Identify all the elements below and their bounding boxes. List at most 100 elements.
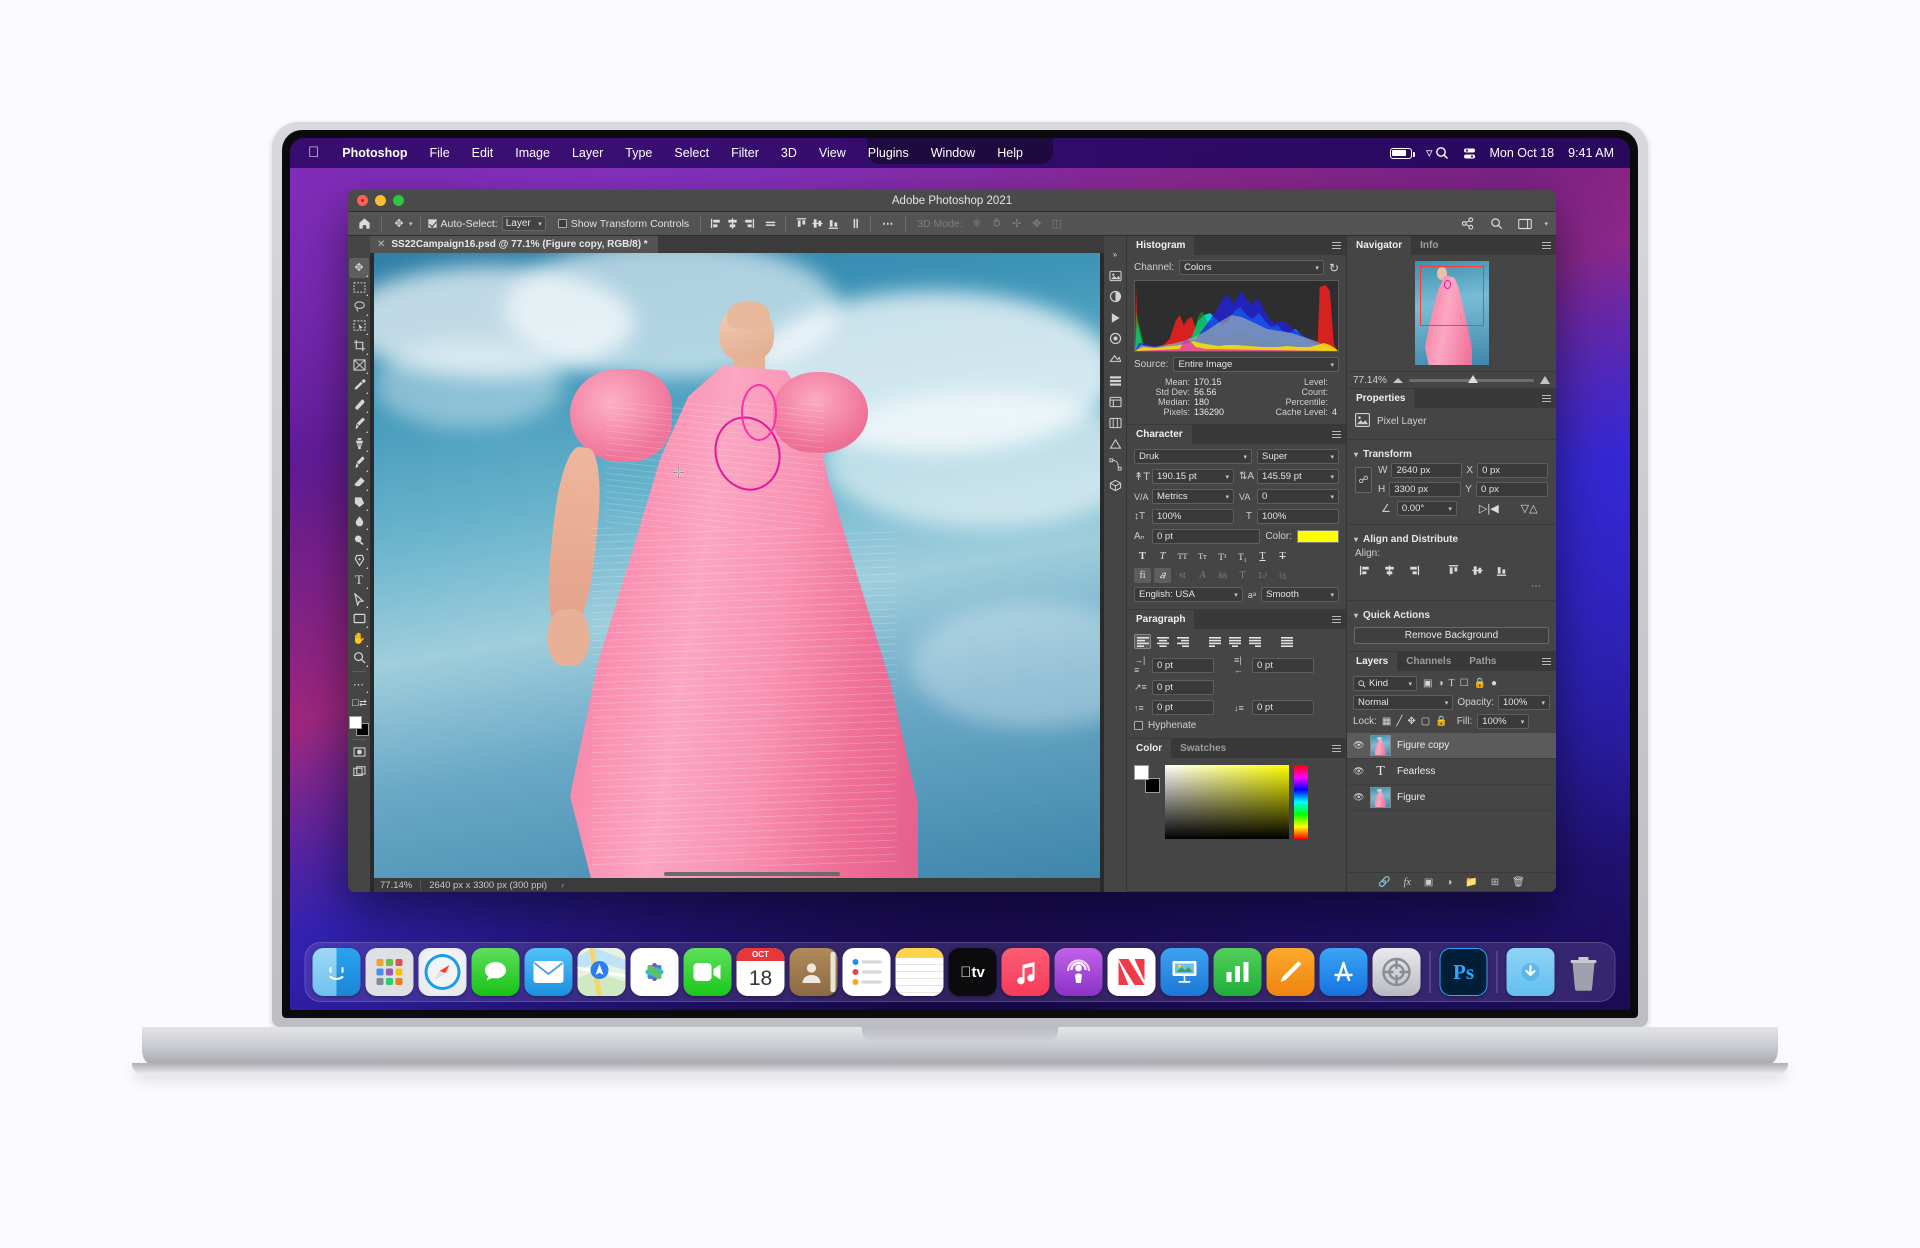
align-horizontal-centers-icon[interactable]	[1381, 562, 1397, 578]
document-image[interactable]	[374, 253, 1100, 878]
patterns-icon[interactable]	[1105, 349, 1125, 370]
fill-field[interactable]: 100% ▾	[1477, 714, 1530, 729]
clone-stamp-tool[interactable]	[349, 434, 369, 454]
kerning-field[interactable]: Metrics ▾	[1152, 489, 1234, 504]
text-layer-icon[interactable]: T	[1370, 761, 1391, 782]
history-icon[interactable]	[1105, 370, 1125, 391]
discretionary-ligatures-icon[interactable]: st	[1174, 568, 1191, 583]
superscript-icon[interactable]: T¹	[1214, 549, 1231, 564]
dock-item-trash[interactable]	[1560, 948, 1608, 996]
align-right-icon[interactable]	[1174, 634, 1191, 649]
dock-item-mail[interactable]	[524, 948, 573, 996]
refresh-icon[interactable]: ↻	[1329, 261, 1339, 275]
tab-swatches[interactable]: Swatches	[1171, 739, 1235, 758]
quick-actions-section-header[interactable]: ▾ Quick Actions	[1347, 605, 1556, 624]
navigator-zoom-value[interactable]: 77.14%	[1353, 375, 1387, 386]
pixel-filter-icon[interactable]: ▣	[1423, 678, 1432, 689]
menu-item-photoshop[interactable]: Photoshop	[331, 138, 418, 168]
tab-color[interactable]: Color	[1127, 739, 1172, 758]
move-tool[interactable]: ✥	[349, 258, 369, 278]
lock-artboard-nesting-icon[interactable]: ▢	[1421, 716, 1430, 727]
battery-icon[interactable]	[1389, 147, 1415, 159]
canvas-viewport[interactable]: 77.14% 2640 px x 3300 px (300 ppi) ›	[370, 253, 1104, 892]
menu-item-type[interactable]: Type	[614, 138, 663, 168]
menu-item-file[interactable]: File	[419, 138, 461, 168]
font-family-dropdown[interactable]: Druk ▾	[1134, 449, 1252, 464]
frame-tool[interactable]	[349, 356, 369, 376]
strikethrough-icon[interactable]: T	[1274, 549, 1291, 564]
justify-last-center-icon[interactable]	[1226, 634, 1243, 649]
tab-paragraph[interactable]: Paragraph	[1127, 610, 1195, 629]
angle-field[interactable]: 0.00° ▾	[1396, 501, 1457, 516]
navigator-thumbnail[interactable]	[1414, 261, 1489, 365]
dock-item-downloads-folder[interactable]	[1506, 948, 1555, 996]
adjustments-icon[interactable]	[1105, 286, 1125, 307]
type-filter-icon[interactable]: T	[1449, 678, 1455, 689]
panel-menu-icon[interactable]	[1332, 431, 1341, 440]
height-field[interactable]: 3300 px	[1389, 482, 1462, 497]
apple-logo-icon[interactable]: 	[302, 138, 331, 168]
distribute-horizontally-icon[interactable]	[762, 216, 778, 232]
y-field[interactable]: 0 px	[1475, 482, 1548, 497]
menu-item-3d[interactable]: 3D	[770, 138, 808, 168]
foreground-color-swatch[interactable]	[349, 715, 362, 729]
minimize-button[interactable]	[375, 195, 386, 206]
dock-item-podcasts[interactable]	[1054, 948, 1103, 996]
source-dropdown[interactable]: Entire Image ▾	[1173, 357, 1339, 372]
brush-tool[interactable]	[349, 414, 369, 434]
dock-item-pages[interactable]	[1266, 948, 1315, 996]
pen-tool[interactable]	[349, 551, 369, 571]
smart-object-filter-icon[interactable]: 🔒	[1474, 678, 1486, 689]
vertical-scale-field[interactable]: 100%	[1152, 509, 1234, 524]
justify-all-icon[interactable]	[1278, 634, 1295, 649]
lock-transparent-pixels-icon[interactable]: ▦	[1382, 716, 1391, 727]
flip-vertical-icon[interactable]: ▽△	[1521, 502, 1538, 515]
first-line-indent-field[interactable]: 0 pt	[1152, 680, 1214, 695]
subscript-icon[interactable]: T₁	[1234, 549, 1251, 564]
dodge-tool[interactable]	[349, 531, 369, 551]
underline-icon[interactable]: T	[1254, 549, 1271, 564]
share-icon[interactable]	[1457, 215, 1477, 233]
close-tab-icon[interactable]: ✕	[377, 239, 385, 250]
hue-slider[interactable]	[1294, 765, 1308, 839]
tool-preset-chevron-icon[interactable]: ▾	[409, 220, 413, 228]
dock-item-safari[interactable]	[418, 948, 467, 996]
leading-field[interactable]: 145.59 pt ▾	[1257, 469, 1339, 484]
color-field[interactable]	[1165, 765, 1289, 839]
table-row[interactable]: 👁 Figure	[1347, 785, 1556, 811]
x-field[interactable]: 0 px	[1477, 463, 1548, 478]
hyphenate-checkbox[interactable]	[1134, 721, 1143, 730]
titling-alternates-icon[interactable]: T	[1234, 568, 1251, 583]
remove-background-button[interactable]: Remove Background	[1354, 627, 1549, 644]
ordinals-icon[interactable]: 1ₛᵗ	[1254, 568, 1271, 583]
blend-mode-dropdown[interactable]: Normal ▾	[1353, 695, 1454, 710]
font-style-dropdown[interactable]: Super ▾	[1257, 449, 1339, 464]
panel-menu-icon[interactable]	[1542, 242, 1551, 251]
layer-visibility-icon[interactable]: 👁	[1353, 792, 1364, 803]
panel-menu-icon[interactable]	[1542, 658, 1551, 667]
dock-item-notes[interactable]	[895, 948, 944, 996]
dock-item-reminders[interactable]	[842, 948, 891, 996]
layer-thumbnail[interactable]	[1370, 787, 1391, 808]
panel-menu-icon[interactable]	[1542, 395, 1551, 404]
menu-item-plugins[interactable]: Plugins	[857, 138, 920, 168]
shape-filter-icon[interactable]: ☐	[1460, 678, 1469, 689]
dock-item-appstore[interactable]	[1319, 948, 1368, 996]
quick-mask-mode-icon[interactable]	[349, 743, 369, 763]
tab-character[interactable]: Character	[1127, 425, 1192, 444]
edit-toolbar-icon[interactable]: ⋯	[349, 675, 369, 695]
layer-filter-kind-dropdown[interactable]: Kind ▾	[1353, 676, 1417, 691]
dock-item-appletv[interactable]: tv	[948, 948, 997, 996]
zoom-in-icon[interactable]	[1540, 376, 1550, 384]
lock-all-icon[interactable]: 🔒	[1435, 716, 1447, 727]
layer-mask-icon[interactable]: ▣	[1424, 877, 1433, 888]
justify-last-left-icon[interactable]	[1206, 634, 1223, 649]
lasso-tool[interactable]	[349, 297, 369, 317]
dock-item-photos[interactable]	[630, 948, 679, 996]
dock-item-finder[interactable]	[312, 948, 361, 996]
layer-thumbnail[interactable]	[1370, 735, 1391, 756]
home-icon[interactable]	[354, 215, 374, 233]
align-more-icon[interactable]: ⋯	[1347, 581, 1556, 596]
search-icon[interactable]	[1486, 215, 1506, 233]
horizontal-scrollbar[interactable]	[663, 872, 840, 876]
